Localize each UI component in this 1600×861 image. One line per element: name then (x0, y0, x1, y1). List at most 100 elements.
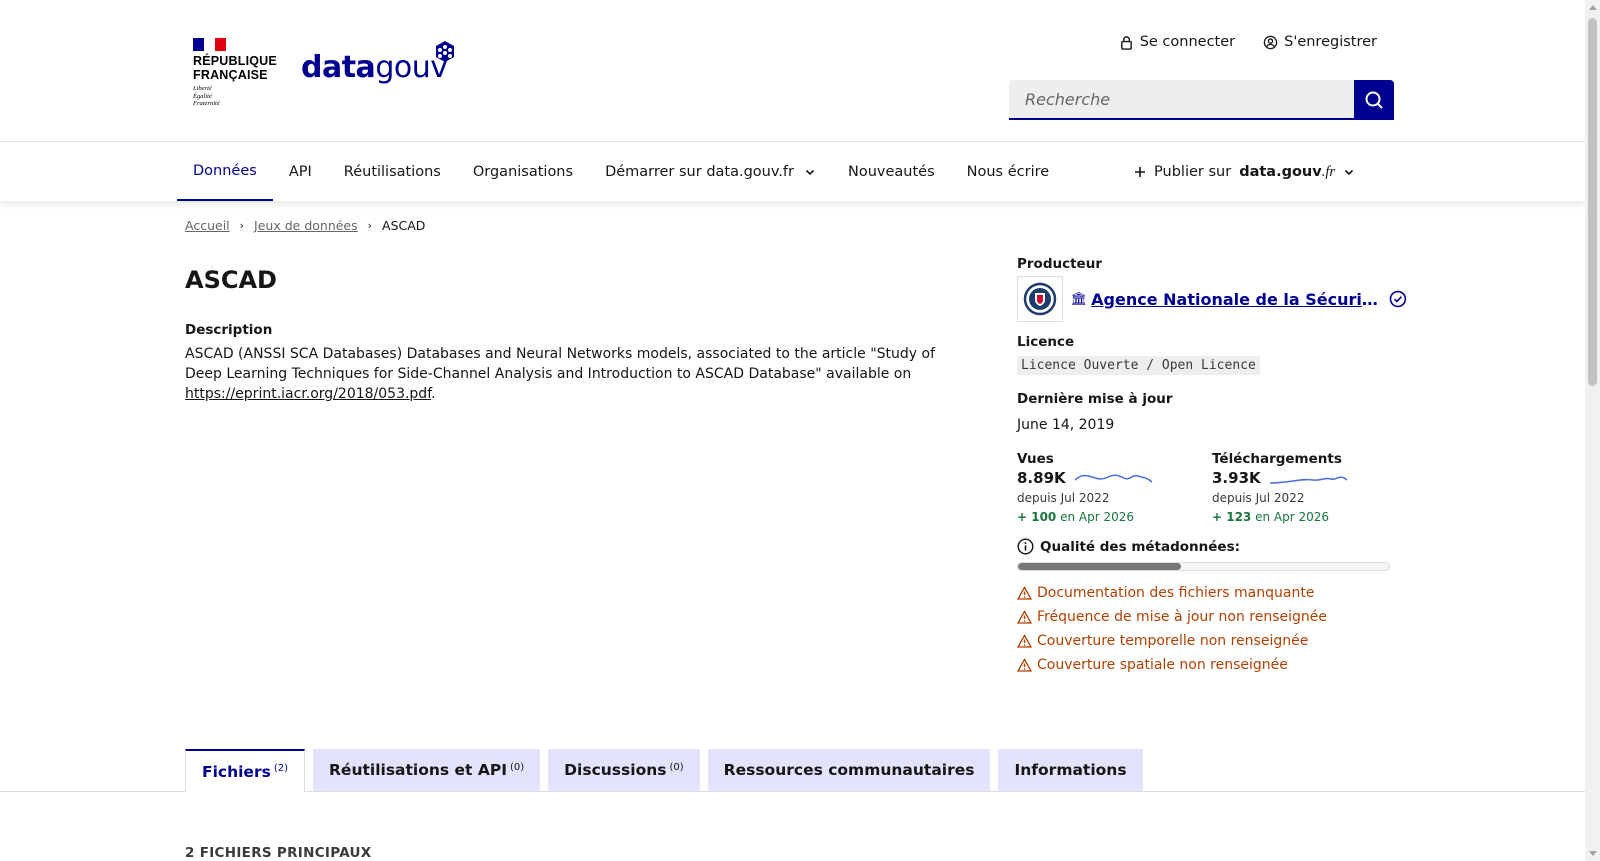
tab-discussions[interactable]: Discussions (0) (548, 749, 700, 791)
dataset-tabs: Fichiers (2) Réutilisations et API (0) Dis… (185, 749, 1143, 792)
description-label: Description (185, 322, 273, 338)
page-scrollbar[interactable] (1585, 0, 1600, 861)
datagouv-logo[interactable]: datagouv (301, 38, 461, 90)
producer-row: 🏛 Agence Nationale de la Sécurité des Sy… (1017, 276, 1407, 322)
tab-informations[interactable]: Informations (998, 749, 1143, 791)
anssi-shield-icon (1023, 282, 1057, 316)
main-navigation: Données API Réutilisations Organisations… (0, 143, 1585, 201)
downloads-sparkline (1269, 476, 1348, 484)
certified-check-icon (1389, 290, 1407, 308)
quality-warning-text: Couverture spatiale non renseignée (1037, 657, 1288, 673)
producer-label: Producteur (1017, 256, 1102, 272)
nav-item-label: Organisations (472, 164, 574, 180)
downloads-label: Téléchargements (1212, 451, 1342, 467)
licence-badge[interactable]: Licence Ouverte / Open Licence (1017, 356, 1260, 375)
nav-item-organisations[interactable]: Organisations (457, 143, 589, 201)
search-bar (1009, 80, 1394, 120)
nav-item-donnees[interactable]: Données (177, 143, 273, 201)
quality-warning: Documentation des fichiers manquante (1017, 581, 1407, 605)
account-links: Se connecter S'enregistrer (1119, 34, 1377, 50)
downloads-value: 3.93K (1212, 469, 1261, 487)
nav-item-api[interactable]: API (273, 143, 328, 201)
marianne-flag-icon (193, 38, 226, 51)
page-title: ASCAD (185, 266, 277, 294)
register-label: S'enregistrer (1284, 34, 1377, 50)
info-icon (1017, 538, 1034, 555)
quality-bar (1017, 562, 1390, 571)
nav-item-nouveautes[interactable]: Nouveautés (832, 143, 951, 201)
search-button[interactable] (1354, 80, 1394, 120)
downloads-stat: Téléchargements 3.93K depuis Jul 2022 + … (1212, 451, 1407, 524)
search-input[interactable] (1009, 80, 1354, 120)
scroll-up-arrow-icon[interactable] (1589, 5, 1597, 10)
producer-link[interactable]: Agence Nationale de la Sécurité des Syst… (1091, 290, 1381, 309)
nav-item-label: Nous écrire (966, 164, 1050, 180)
nav-item-demarrer[interactable]: Démarrer sur data.gouv.fr (589, 143, 832, 201)
nav-item-nous-ecrire[interactable]: Nous écrire (951, 143, 1066, 201)
government-building-icon: 🏛 (1070, 291, 1088, 307)
search-icon (1365, 91, 1383, 109)
files-section-title: 2 FICHIERS PRINCIPAUX (185, 845, 372, 861)
breadcrumb-datasets[interactable]: Jeux de données (254, 218, 358, 233)
licence-label: Licence (1017, 334, 1075, 350)
breadcrumb: Accueil › Jeux de données › ASCAD (185, 218, 425, 233)
chevron-down-icon (1344, 169, 1354, 176)
site-header: RÉPUBLIQUE FRANÇAISE Liberté Égalité Fra… (0, 0, 1585, 142)
nav-item-reutilisations[interactable]: Réutilisations (328, 143, 457, 201)
publish-brand: data.gouv.fr (1239, 163, 1335, 180)
updated-label: Dernière mise à jour (1017, 391, 1173, 407)
nav-item-label: Données (193, 163, 257, 179)
republique-francaise-logo[interactable]: RÉPUBLIQUE FRANÇAISE Liberté Égalité Fra… (193, 38, 277, 108)
scrollbar-thumb[interactable] (1588, 18, 1597, 386)
updated-value: June 14, 2019 (1017, 417, 1115, 433)
downloads-since: depuis Jul 2022 (1212, 491, 1305, 505)
quality-warning: Fréquence de mise à jour non renseignée (1017, 605, 1407, 629)
quality-bar-fill (1018, 563, 1182, 570)
description-text: ASCAD (ANSSI SCA Databases) Databases an… (185, 346, 935, 402)
register-link[interactable]: S'enregistrer (1263, 34, 1377, 50)
views-stat: Vues 8.89K depuis Jul 2022 + 100 en Apr … (1017, 451, 1212, 524)
user-circle-icon (1263, 35, 1278, 49)
warning-icon (1017, 658, 1032, 672)
stats-block: Vues 8.89K depuis Jul 2022 + 100 en Apr … (1017, 451, 1407, 524)
nav-item-label: Réutilisations (343, 164, 441, 180)
views-since: depuis Jul 2022 (1017, 491, 1110, 505)
nav-item-label: API (288, 164, 312, 180)
warning-icon (1017, 586, 1032, 600)
quality-warnings: Documentation des fichiers manquante Fré… (1017, 581, 1407, 677)
nav-item-label: Démarrer sur data.gouv.fr (605, 164, 794, 180)
views-value: 8.89K (1017, 469, 1066, 487)
views-delta: + 100 en Apr 2026 (1017, 510, 1135, 524)
scroll-down-arrow-icon[interactable] (1589, 851, 1597, 856)
quality-warning: Couverture temporelle non renseignée (1017, 629, 1407, 653)
warning-icon (1017, 610, 1032, 624)
quality-header[interactable]: Qualité des métadonnées: (1017, 538, 1407, 555)
republique-motto: Liberté Égalité Fraternité (193, 85, 220, 107)
chevron-right-icon: › (239, 219, 245, 232)
login-link[interactable]: Se connecter (1119, 34, 1235, 50)
quality-label: Qualité des métadonnées: (1040, 538, 1241, 555)
tab-reutilisations-api[interactable]: Réutilisations et API (0) (313, 749, 541, 791)
publish-menu-button[interactable]: Publier sur data.gouv.fr (1134, 143, 1355, 201)
publish-prefix: Publier sur (1154, 164, 1232, 180)
tab-ressources-communautaires[interactable]: Ressources communautaires (707, 749, 991, 791)
chevron-right-icon: › (367, 219, 373, 232)
breadcrumb-current: ASCAD (382, 218, 426, 233)
tab-fichiers[interactable]: Fichiers (2) (185, 749, 305, 792)
nav-item-label: Nouveautés (847, 164, 935, 180)
quality-warning-text: Couverture temporelle non renseignée (1037, 633, 1309, 649)
downloads-delta: + 123 en Apr 2026 (1212, 510, 1330, 524)
description-link[interactable]: https://eprint.iacr.org/2018/053.pdf (185, 386, 431, 402)
republique-francaise-title: RÉPUBLIQUE FRANÇAISE (193, 54, 277, 82)
warning-icon (1017, 634, 1032, 648)
views-label: Vues (1017, 451, 1054, 467)
plus-icon (1135, 167, 1146, 177)
login-label: Se connecter (1139, 34, 1236, 50)
dataset-sidebar: Producteur 🏛 Agence Nationale de la Sécu… (1017, 256, 1407, 677)
datagouv-cube-icon (436, 41, 454, 62)
lock-icon (1120, 35, 1132, 50)
producer-logo[interactable] (1017, 276, 1063, 322)
views-sparkline (1074, 474, 1153, 483)
breadcrumb-home[interactable]: Accueil (185, 218, 230, 233)
datagouv-wordmark: datagouv (301, 50, 448, 85)
